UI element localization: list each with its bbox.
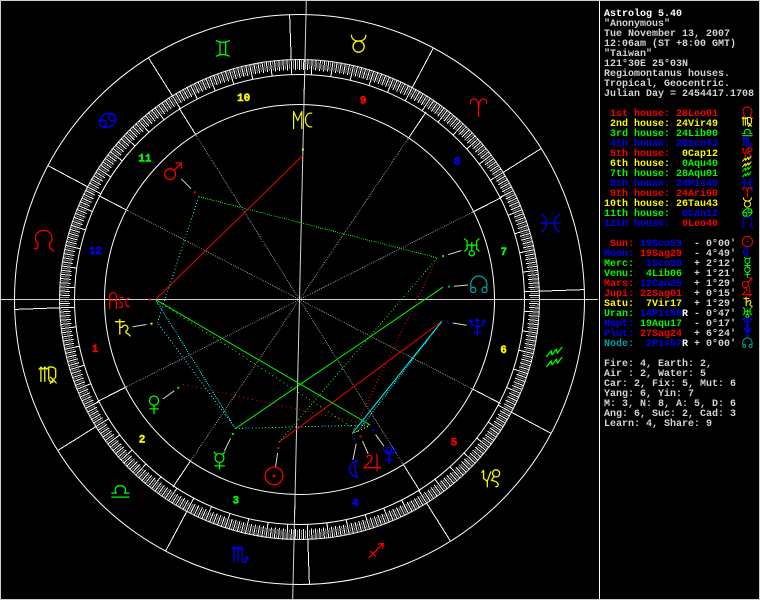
svg-text:10: 10 <box>237 93 250 105</box>
svg-text:Node:: Node: <box>604 338 634 350</box>
svg-text:2: 2 <box>139 434 146 446</box>
svg-text:0Leo40: 0Leo40 <box>676 219 718 230</box>
svg-text:R: R <box>682 309 688 320</box>
svg-text:+ 0°00': + 0°00' <box>694 338 736 350</box>
svg-text:3: 3 <box>232 496 239 508</box>
svg-text:4: 4 <box>352 498 359 510</box>
svg-text:Julian Day = 2454417.1708: Julian Day = 2454417.1708 <box>604 88 754 100</box>
svg-text:Learn: 4, Share: 9: Learn: 4, Share: 9 <box>604 418 712 430</box>
svg-text:5: 5 <box>451 438 458 450</box>
svg-text:6: 6 <box>500 345 507 357</box>
svg-text:12: 12 <box>89 246 102 258</box>
svg-text:9: 9 <box>360 95 367 107</box>
svg-text:8: 8 <box>454 157 461 169</box>
svg-text:2Pis57: 2Pis57 <box>640 338 682 350</box>
svg-text:12th house:: 12th house: <box>604 218 670 230</box>
svg-text:R: R <box>682 339 688 350</box>
svg-text:1: 1 <box>92 344 99 356</box>
svg-text:7: 7 <box>500 247 507 259</box>
svg-text:11: 11 <box>138 153 152 165</box>
